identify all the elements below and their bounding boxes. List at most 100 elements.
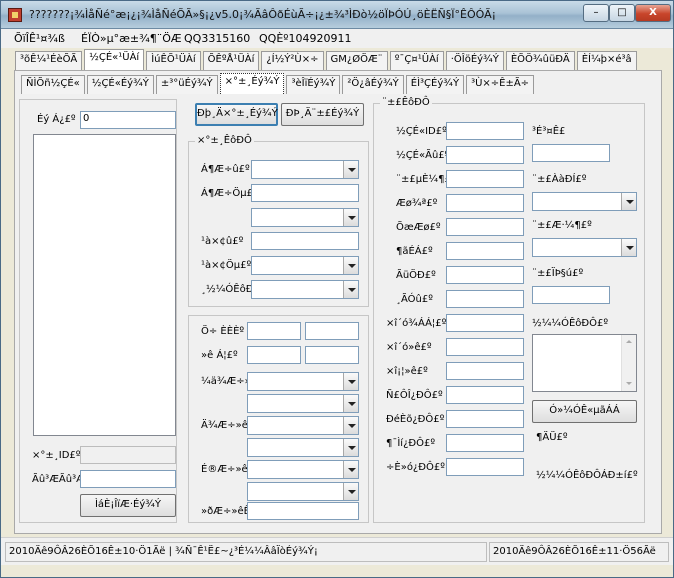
pet-limit-input[interactable] <box>532 286 610 304</box>
scroll-up-icon[interactable] <box>622 335 636 349</box>
chevron-down-icon <box>343 281 358 298</box>
pet-max-stat-3-input[interactable] <box>446 362 524 380</box>
status-time: 2010Äê9ÔÂ26ÈÕ16Ê±11·Ö56Ãë <box>489 542 669 562</box>
pet-attributes-group: ¨±£ÊôÐÔ ½ÇÉ«ID£º ½ÇÉ«Ãû£º ¨±£µÈ¼¶£º Æø¾ª… <box>373 97 645 523</box>
count-input[interactable]: 0 <box>80 111 176 129</box>
soul-4-select[interactable] <box>247 438 359 457</box>
pet-mp-label: ÕæÆø£º <box>396 222 441 233</box>
chevron-down-icon <box>343 439 358 456</box>
menu-item-tools[interactable]: ÕïÎÊ¹¤¾ß <box>14 32 65 45</box>
tab-4[interactable]: ÕÊºÅ¹ÜÀí <box>202 51 260 70</box>
sub-tabs: ÑÌÕñ½ÇÉ« ½ÇÉ«Éý¾Ý ±³°üÉý¾Ý ×°±¸Éý¾Ý ³èÎï… <box>21 73 536 94</box>
menu-item-qq[interactable]: QQ3315160 <box>184 32 250 45</box>
pet-hit-input[interactable] <box>446 266 524 284</box>
pet-hp-input[interactable] <box>446 194 524 212</box>
tab-1[interactable]: ³õÊ¼¹ÉèÕÃ <box>15 51 83 70</box>
pet-resist-3-input[interactable] <box>446 434 524 452</box>
attr-input-4[interactable] <box>251 232 359 250</box>
close-button[interactable]: X <box>635 4 671 22</box>
tab-3[interactable]: ÌúÊÕ¹ÜÀí <box>146 51 201 70</box>
subtab-2[interactable]: ½ÇÉ«Éý¾Ý <box>86 75 154 94</box>
menu-item-qq-group[interactable]: QQÈº104920911 <box>259 32 351 45</box>
equipment-name-field[interactable] <box>80 470 176 488</box>
attr-input-2[interactable] <box>251 184 359 202</box>
subtab-4[interactable]: ×°±¸Éý¾Ý <box>219 73 285 94</box>
main-label: Ö÷ ÈÈÈº <box>201 326 245 337</box>
read-equipment-button[interactable]: Ðþ¸Ä×°±¸Éý¾Ý <box>195 103 278 126</box>
pet-dodge-input[interactable] <box>446 242 524 260</box>
pet-id-input[interactable] <box>446 122 524 140</box>
pet-level-input[interactable] <box>446 170 524 188</box>
status-message: 2010Äê9ÔÂ26ÈÕ16Ê±10·Ö1Ãë | ¾Ñ¯Ê¹Ë£~¿³É¼¼… <box>5 542 487 562</box>
textarea-scrollbar[interactable] <box>621 335 636 391</box>
pet-growth-input[interactable] <box>532 144 610 162</box>
scroll-down-icon[interactable] <box>622 377 636 391</box>
pet-resist-2-input[interactable] <box>446 410 524 428</box>
update-equipment-button[interactable]: ÐÞ¸Ä¨±£Éý¾Ý <box>281 103 364 126</box>
soul-3-select[interactable] <box>247 416 359 435</box>
chevron-down-icon <box>343 395 358 412</box>
soul-5-select[interactable] <box>247 460 359 479</box>
soul-power-input-a[interactable] <box>247 346 301 364</box>
fetch-items-button[interactable]: ÌáÈ¡ÎïÆ·Éý¾Ý <box>80 494 176 517</box>
pet-type-label: ¨±£ÀàÐÍ£º <box>532 174 587 185</box>
pet-extra-attr-label: ½¼¼ÓÊôÐÔ£º <box>532 318 609 329</box>
pet-name-input[interactable] <box>446 146 524 164</box>
soul-6-select[interactable] <box>247 482 359 501</box>
chevron-down-icon <box>621 193 636 210</box>
pet-resist-1-input[interactable] <box>446 386 524 404</box>
count-label: Éý Á¿£º <box>37 114 76 125</box>
chevron-down-icon <box>343 161 358 178</box>
subtab-6[interactable]: ²Ö¿âÉý¾Ý <box>342 75 404 94</box>
soul-2-select[interactable] <box>247 394 359 413</box>
window-title: ???????¡¾ÌåÑé°æ¡¿¡¾ÌåÑéÕÃ»§¡¿v5.0¡¾ÃâÔðÉ… <box>29 8 497 21</box>
maximize-button[interactable]: □ <box>609 4 635 22</box>
attr-select-1[interactable] <box>251 160 359 179</box>
pet-extra-attr-textarea[interactable] <box>532 334 637 392</box>
pet-resist-2-label: ÐéÈõ¿ÐÔ£º <box>386 414 445 425</box>
attr-select-6[interactable] <box>251 280 359 299</box>
equipment-list[interactable] <box>33 134 176 436</box>
tab-8[interactable]: ·ÖÎöÉý¾Ý <box>445 51 504 70</box>
soul-1-select[interactable] <box>247 372 359 391</box>
subtab-1[interactable]: ÑÌÕñ½ÇÉ« <box>21 75 85 94</box>
attr-label-1: Á¶Æ÷û£º <box>201 164 250 175</box>
apply-points-button[interactable]: Ó»¼ÓÊ«µãÁÁ <box>532 400 637 423</box>
soul-7-input[interactable] <box>247 502 359 520</box>
equipment-attributes-title: ×°±¸ÊôÐÔ <box>195 135 254 146</box>
pet-resist-4-input[interactable] <box>446 458 524 476</box>
pet-resist-3-label: ¶¯Ìí¿ÐÔ£º <box>386 438 436 449</box>
tab-7[interactable]: º¯Ç¤¹ÜÀí <box>389 51 444 70</box>
pet-skill-label: ¶ÄÜ£º <box>536 432 568 443</box>
tab-10[interactable]: ÈÍ¼þ×é³â <box>576 51 637 70</box>
tab-9[interactable]: ÈÕÖ¾ûüÐÄ <box>505 51 575 70</box>
tab-2[interactable]: ½ÇÉ«¹ÜÀí <box>84 49 145 70</box>
subtab-7[interactable]: ÉÌ³ÇÉý¾Ý <box>405 75 465 94</box>
menu-item-version[interactable]: ÉÏÒ»µ°æ±¾¶¨ÖÆ <box>81 32 182 45</box>
main-input-b[interactable] <box>305 322 359 340</box>
tab-6[interactable]: GM¿ØÖÆ¨ <box>325 51 388 70</box>
subtab-8[interactable]: ³Ù×÷Ê±Ã÷ <box>466 75 535 94</box>
attr-label-5: ¹à×¢Öµ£º <box>201 260 252 271</box>
pet-attributes-title: ¨±£ÊôÐÔ <box>380 97 432 108</box>
soul-power-label: »ê Á¦£º <box>201 350 238 361</box>
main-input-a[interactable] <box>247 322 301 340</box>
pet-max-stat-1-input[interactable] <box>446 314 524 332</box>
soul-power-input-b[interactable] <box>305 346 359 364</box>
pet-extra-attr-list-label: ½¼¼ÓÊôÐÔÁÐ±í£º <box>536 470 638 481</box>
subtab-3[interactable]: ±³°üÉý¾Ý <box>155 75 218 94</box>
pet-type-select[interactable] <box>532 192 637 211</box>
attr-select-5[interactable] <box>251 256 359 275</box>
minimize-button[interactable]: – <box>583 4 609 22</box>
subtab-5[interactable]: ³èÎïÉý¾Ý <box>286 75 341 94</box>
attr-select-3[interactable] <box>251 208 359 227</box>
pet-hit-label: ÃüÖÐ£º <box>396 270 436 281</box>
title-bar: ???????¡¾ÌåÑé°æ¡¿¡¾ÌåÑéÕÃ»§¡¿v5.0¡¾ÃâÔðÉ… <box>1 1 673 29</box>
pet-dodge-label: ¶ãÉÁ£º <box>396 246 433 257</box>
pet-max-stat-2-input[interactable] <box>446 338 524 356</box>
pet-crit-input[interactable] <box>446 290 524 308</box>
pet-mp-input[interactable] <box>446 218 524 236</box>
pet-grade-select[interactable] <box>532 238 637 257</box>
equipment-attributes-group: ×°±¸ÊôÐÔ Á¶Æ÷û£º Á¶Æ÷Öµ£ ¹à×¢û£º ¹à×¢Öµ£… <box>188 135 369 307</box>
tab-5[interactable]: ¿Í½Ý²Ù×÷ <box>261 51 324 70</box>
